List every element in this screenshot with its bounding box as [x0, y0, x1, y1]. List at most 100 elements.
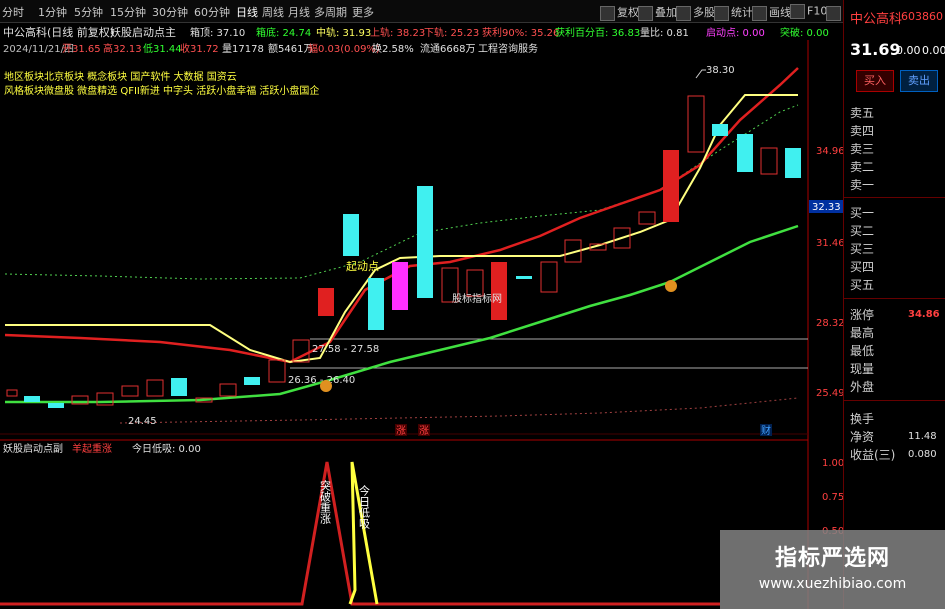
float-cap: 流通6668万: [420, 42, 475, 55]
toolbar-btn-stats[interactable]: 统计: [714, 4, 753, 21]
price-tick-2: 31.46: [816, 238, 843, 249]
period-tab-daily[interactable]: 日线: [236, 4, 258, 20]
period-tab-0[interactable]: 分时: [2, 4, 24, 20]
upper-dotted-band: [4, 104, 799, 280]
price-tick-4: 25.49: [816, 388, 843, 399]
mark-icon: [826, 5, 841, 21]
mid-label: 中轨: 31.93: [316, 26, 371, 39]
marker-up-1[interactable]: 涨: [396, 425, 406, 437]
site-watermark: 指标严选网 www.xuezhibiao.com: [720, 530, 945, 609]
candle: [540, 261, 558, 293]
toolbar-btn-overlay[interactable]: 叠加: [638, 4, 677, 21]
peak-label: 38.30: [706, 65, 735, 76]
price-tick-1: 34.96: [816, 146, 843, 157]
sub-title[interactable]: 妖股启动点副: [3, 442, 63, 455]
box-bottom-label: 箱底: 24.74: [256, 26, 311, 39]
period-tab-3[interactable]: 15分钟: [110, 4, 146, 20]
stat-net-assets: 净资: [850, 430, 875, 444]
period-tab-2[interactable]: 5分钟: [74, 4, 103, 20]
lower-dotted-band: [119, 397, 799, 424]
candle: [24, 396, 40, 402]
yellow-line: [5, 94, 798, 364]
start-marker-label: 起动点: [346, 260, 379, 273]
draw-icon: [752, 5, 767, 21]
period-tab-4[interactable]: 30分钟: [152, 4, 188, 20]
industry: 工程咨询服务: [478, 42, 538, 55]
start-point-label: 启动点: 0.00: [706, 26, 765, 39]
red-upper-line: [4, 67, 799, 364]
period-tab-more[interactable]: 更多: [352, 4, 374, 20]
sub-tick-1: 1.00: [822, 458, 843, 469]
candle: [171, 378, 187, 396]
stat-turnover: 换手: [850, 412, 875, 426]
candle: [343, 214, 359, 256]
green-ma-line: [5, 224, 799, 404]
f10-icon: [790, 4, 805, 19]
sub-label-2: 今日低吸: 0.00: [132, 442, 201, 455]
buy-level-3: 买三: [850, 242, 875, 256]
toolbar-btn-multi[interactable]: 多股: [676, 4, 715, 21]
box-top-label: 箱顶: 37.10: [190, 26, 245, 39]
range-label: 27.58 - 27.58: [312, 344, 379, 355]
side-stock-name: 中公高科: [850, 12, 903, 27]
buy-button[interactable]: 买入: [856, 70, 894, 92]
period-tab-8[interactable]: 月线: [288, 4, 310, 20]
concepts-line-2: 风格板块微盘股 微盘精选 QFII新进 中字头 活跃小盘幸福 活跃小盘国企: [4, 84, 319, 97]
candle: [318, 288, 334, 316]
stat-limit-up: 涨停: [850, 308, 875, 322]
candle: [268, 359, 286, 383]
buy-level-1: 买一: [850, 206, 875, 220]
watermark-url: www.xuezhibiao.com: [758, 576, 907, 592]
buy-level-2: 买二: [850, 224, 875, 238]
period-tab-1[interactable]: 1分钟: [38, 4, 67, 20]
period-toolbar: 分时 1分钟 5分钟 15分钟 30分钟 60分钟 日线 周线 月线 多周期 更…: [0, 0, 945, 23]
indicator-name[interactable]: 妖股启动点主: [110, 25, 176, 39]
breakout-label: 突破: 0.00: [780, 26, 829, 39]
quote-panel: 中公高科 603860 31.69 0.00 0.00% 买入 卖出 卖五 卖四…: [843, 0, 945, 609]
side-stock-code: 603860: [901, 10, 943, 23]
side-pct: 0.00%: [922, 44, 945, 57]
vol-ratio-label: 量比: 0.81: [640, 27, 689, 39]
candle: [368, 278, 384, 330]
divider-3: [844, 400, 945, 401]
candle: [6, 389, 18, 397]
candle: [737, 134, 753, 172]
toolbar-btn-multi-label: 多股: [693, 6, 715, 19]
candle: [491, 262, 507, 320]
toolbar-btn-adjust-label: 复权: [617, 6, 639, 19]
bar-volume: 量17178: [222, 43, 264, 55]
period-tab-9[interactable]: 多周期: [314, 4, 347, 20]
watermark-title: 指标严选网: [774, 546, 890, 571]
toolbar-btn-stats-label: 统计: [731, 6, 753, 19]
sell-level-3: 卖三: [850, 142, 875, 156]
low-label: 24.45: [128, 416, 157, 427]
candle: [516, 276, 532, 279]
sell-button[interactable]: 卖出: [900, 70, 938, 92]
bar-amount: 额5461万: [268, 42, 313, 55]
upper-label: 上轨: 38.23: [370, 26, 425, 39]
stat-current-vol: 现量: [850, 362, 875, 376]
period-tab-7[interactable]: 周线: [262, 4, 284, 20]
toolbar-btn-f10[interactable]: F10: [790, 4, 827, 19]
candle: [687, 95, 705, 153]
marker-up-2[interactable]: 涨: [419, 425, 429, 437]
bar-high: 高32.13: [103, 42, 142, 55]
kline-chart[interactable]: 中公高科(日线 前复权) 妖股启动点主 箱顶: 37.10 箱底: 24.74 …: [0, 22, 843, 609]
multi-stock-icon: [676, 5, 691, 21]
sell-level-5: 卖五: [850, 106, 875, 120]
stat-outer: 外盘: [850, 380, 875, 394]
watermark-note: 股标指标网: [452, 292, 502, 305]
buy-signal-icon-2: [665, 280, 677, 292]
toolbar-btn-draw[interactable]: 画线: [752, 4, 791, 21]
stat-eps: 收益(三): [850, 448, 896, 462]
toolbar-btn-adjust[interactable]: 复权: [600, 4, 639, 21]
candle: [417, 186, 433, 298]
stat-high: 最高: [850, 326, 875, 340]
sub-tick-2: 0.75: [822, 492, 843, 503]
candle: [760, 147, 778, 175]
period-tab-5[interactable]: 60分钟: [194, 4, 230, 20]
stat-limit-up-value: 34.86: [908, 309, 940, 320]
marker-finance[interactable]: 财: [761, 424, 771, 437]
concepts-line-1: 地区板块北京板块 概念板块 国产软件 大数据 国资云: [4, 70, 237, 83]
candle: [638, 211, 656, 225]
